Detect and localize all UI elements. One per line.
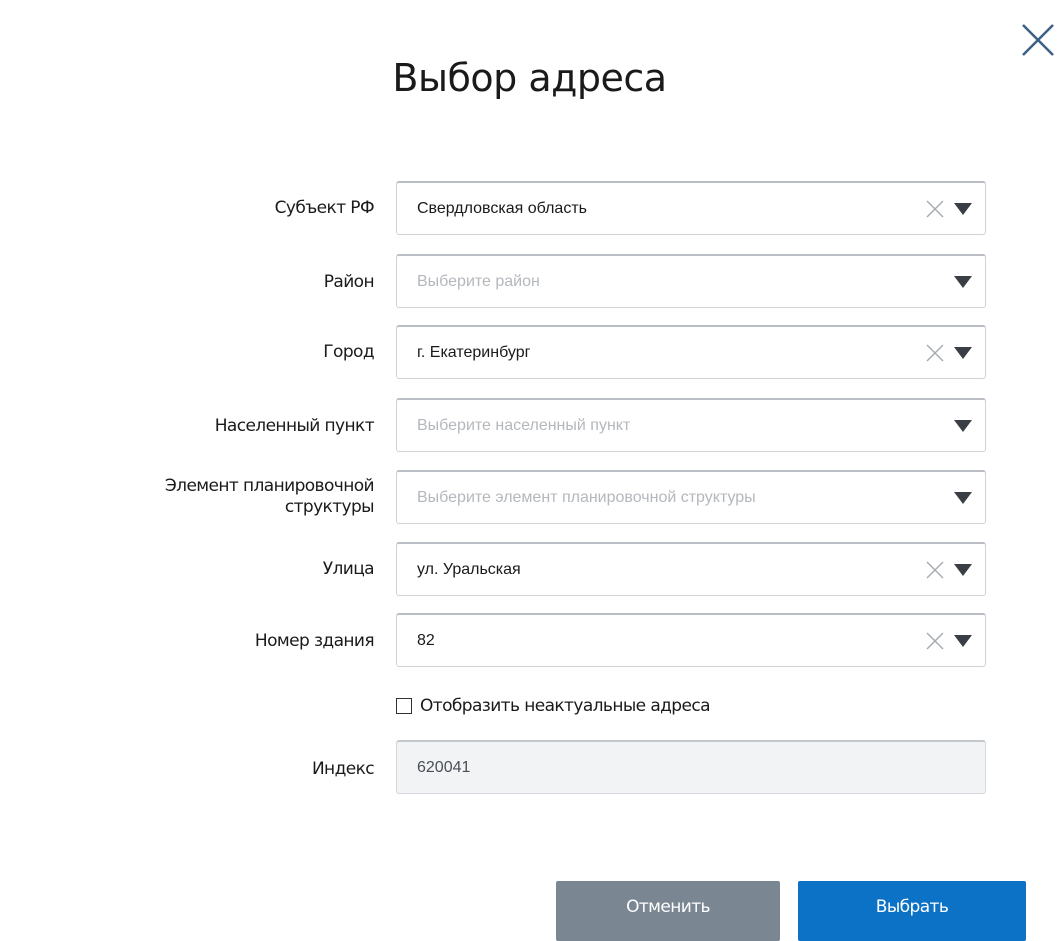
planning-element-label-line2: структуры — [284, 497, 375, 517]
planning-element-label-line1: Элемент планировочной — [164, 476, 375, 496]
caret-down-icon[interactable] — [953, 491, 973, 505]
city-value: г. Екатеринбург — [417, 343, 531, 361]
building-select[interactable]: 82 — [396, 613, 986, 667]
clear-icon[interactable] — [925, 343, 945, 363]
index-field: 620041 — [396, 740, 986, 794]
cancel-button[interactable]: Отменить — [556, 881, 780, 941]
building-label: Номер здания — [254, 631, 375, 651]
select-button[interactable]: Выбрать — [798, 881, 1026, 941]
subject-label: Субъект РФ — [274, 198, 375, 218]
district-label: Район — [323, 272, 375, 292]
city-select[interactable]: г. Екатеринбург — [396, 325, 986, 379]
clear-icon[interactable] — [925, 199, 945, 219]
planning-element-select[interactable]: Выберите элемент планировочной структуры — [396, 470, 986, 524]
street-value: ул. Уральская — [417, 560, 521, 578]
caret-down-icon[interactable] — [953, 634, 973, 648]
street-select[interactable]: ул. Уральская — [396, 542, 986, 596]
show-outdated-addresses-checkbox[interactable] — [396, 698, 412, 714]
caret-down-icon[interactable] — [953, 563, 973, 577]
index-value: 620041 — [417, 758, 471, 776]
clear-icon[interactable] — [925, 631, 945, 651]
caret-down-icon[interactable] — [953, 419, 973, 433]
city-label: Город — [323, 342, 374, 362]
planning-element-placeholder: Выберите элемент планировочной структуры — [417, 488, 756, 506]
index-label: Индекс — [311, 759, 375, 779]
caret-down-icon[interactable] — [953, 202, 973, 216]
subject-value: Свердловская область — [417, 199, 587, 217]
clear-icon[interactable] — [925, 560, 945, 580]
locality-select[interactable]: Выберите населенный пункт — [396, 398, 986, 452]
show-outdated-addresses-label[interactable]: Отобразить неактуальные адреса — [420, 696, 711, 716]
caret-down-icon[interactable] — [953, 275, 973, 289]
locality-label: Населенный пункт — [214, 416, 375, 436]
street-label: Улица — [322, 559, 375, 579]
close-dialog-button[interactable] — [1020, 22, 1056, 58]
subject-select[interactable]: Свердловская область — [396, 181, 986, 235]
district-select[interactable]: Выберите район — [396, 254, 986, 308]
show-outdated-addresses-row[interactable]: Отобразить неактуальные адреса — [396, 694, 711, 718]
caret-down-icon[interactable] — [953, 346, 973, 360]
locality-placeholder: Выберите населенный пункт — [417, 416, 631, 434]
dialog-title: Выбор адреса — [392, 56, 667, 100]
district-placeholder: Выберите район — [417, 272, 540, 290]
building-value: 82 — [417, 631, 435, 649]
close-icon — [1022, 24, 1054, 56]
